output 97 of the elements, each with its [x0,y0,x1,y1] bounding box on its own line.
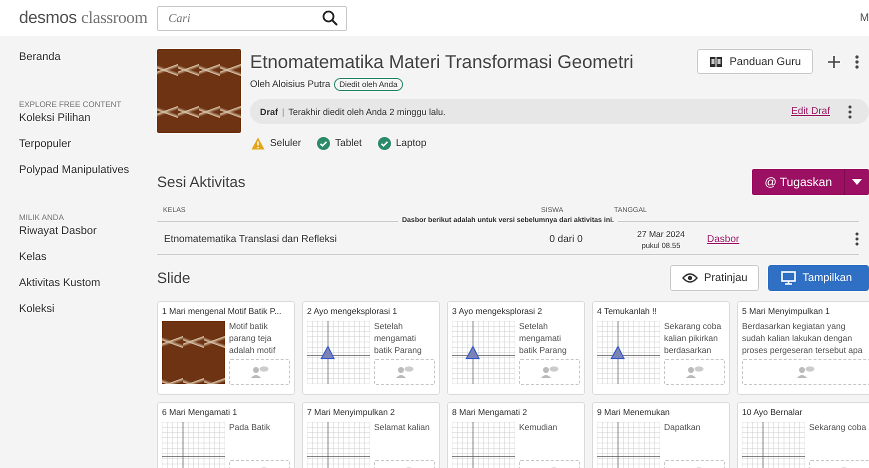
sidebar-item[interactable]: Beranda [19,51,157,77]
slide-text: Pada Batik [229,422,272,434]
people-icon [796,366,816,378]
search-field[interactable]: Cari [157,6,348,30]
device-label: Laptop [396,138,426,149]
slide-text: Berdasarkan kegiatan yang sudah kalian lakukan dengan proses pergeseran tersebut apa [742,321,864,357]
slide-number: 3 [452,306,457,316]
eye-icon [682,273,698,283]
dashboard-link[interactable]: Dasbor [707,234,740,244]
book-icon [709,56,724,68]
device-label: Tablet [335,138,362,149]
graph-thumbnail [452,321,515,384]
monitor-icon [781,271,796,285]
sidebar-item[interactable]: Koleksi [19,303,157,329]
slide-title: Mari Menyimpulkan 2 [314,407,395,417]
slide-title: Mari Mengamati 1 [169,407,238,417]
slide-card[interactable]: 5 Mari Menyimpulkan 1 Berdasarkan kegiatan yang sudah kalian lakukan dengan proses pergeseran tersebut apa [737,301,869,395]
slide-number: 5 [742,306,747,316]
people-icon [540,366,560,378]
slide-card[interactable]: 9 Mari Menemukan Dapatkan [592,402,730,468]
device-label: Seluler [270,138,302,149]
sidebar-item[interactable]: Polypad Manipulatives [19,164,157,190]
slide-card[interactable]: 10 Ayo Bernalar Sekarang coba [737,402,869,468]
slide-text: Sekarang coba [809,422,868,434]
more-icon[interactable] [848,104,852,118]
graph-thumbnail [742,422,805,468]
slide-text: Setelah mengamati batik Parang [374,321,423,357]
preview-button[interactable]: Pratinjau [670,265,760,291]
slide-title: Mari Menemukan [604,407,670,417]
sidebar-heading: MILIK ANDA [19,213,65,224]
graph-thumbnail [452,422,515,468]
class-name-cell-text: Etnomatematika Translasi dan Refleksi [163,234,338,244]
slide-text: Setelah mengamati batik Parang [519,321,568,357]
section-title: Sesi Aktivitas [157,174,246,190]
sidebar-item[interactable]: Aktivitas Kustom [19,277,157,303]
slide-card[interactable]: 6 Mari Mengamati 1 Pada Batik [157,402,295,468]
slide-number: 1 [162,306,167,316]
edited-badge: Diedit oleh Anda [334,78,403,91]
slide-number: 7 [307,407,312,417]
desmos-classroom-logo[interactable]: desmos classroom [19,8,148,28]
edit-draft-link[interactable]: Edit Draf [791,106,830,117]
present-button[interactable]: Tampilkan [768,265,869,291]
slide-text: Selamat kalian [374,422,431,434]
slide-number: 8 [452,407,457,417]
graph-thumbnail [307,422,370,468]
sidebar-item[interactable]: Terpopuler [19,138,157,164]
assign-label[interactable]: @ Tugaskan [752,169,845,195]
slide-title: Temukanlah !! [604,306,657,316]
more-icon[interactable] [855,54,859,68]
slide-card[interactable]: 8 Mari Mengamati 2 Kemudian [447,402,585,468]
section-title: Slide [157,270,190,286]
search-icon [322,10,338,26]
slide-title: Mari Menyimpulkan 1 [749,306,830,316]
slide-card[interactable]: 2 Ayo mengeksplorasi 1 Setelah mengamati batik Parang [302,301,440,395]
slide-card[interactable]: 3 Ayo mengeksplorasi 2 Setelah mengamati batik Parang [447,301,585,395]
people-icon [684,366,704,378]
graph-thumbnail [162,422,225,468]
author-text: Oleh Aloisius Putra [250,79,330,90]
slide-title: Ayo mengeksplorasi 1 [314,306,398,316]
assign-button[interactable]: @ Tugaskan [752,169,869,195]
slide-text: Kemudian [519,422,558,434]
separator-text: | [282,106,284,116]
sidebar-item[interactable]: Kelas [19,251,157,277]
slide-number: 4 [597,306,602,316]
slide-card[interactable]: 1 Mari mengenal Motif Batik P... Motif batik parang teja adalah motif [157,301,295,395]
slide-number: 9 [597,407,602,417]
students-cell-text: 0 dari 0 [548,234,584,244]
graph-thumbnail [597,422,660,468]
slide-text: Sekarang coba kalian pikirkan berdasarkan [664,321,722,357]
slide-title: Mari Mengamati 2 [459,407,528,417]
slide-card[interactable]: 7 Mari Menyimpulkan 2 Selamat kalian [302,402,440,468]
sidebar-item[interactable]: Koleksi Pilihan [19,112,157,138]
slide-number: 2 [307,306,312,316]
slide-number: 6 [162,407,167,417]
account-menu[interactable]: M [860,12,869,24]
people-icon [250,366,270,378]
slide-title: Mari mengenal Motif Batik P... [169,306,282,316]
slide-text: Dapatkan [664,422,702,434]
graph-thumbnail [597,321,660,384]
slide-card[interactable]: 4 Temukanlah !! Sekarang coba kalian pikirkan berdasarkan [592,301,730,395]
more-icon[interactable] [855,232,859,246]
plus-icon[interactable] [827,54,841,68]
activity-title: Etnomatematika Materi Transformasi Geometri [250,50,634,72]
slide-number: 10 [742,407,752,417]
caret-icon[interactable] [852,179,862,185]
slide-text: Motif batik parang teja adalah motif [229,321,276,357]
teacher-guide-button[interactable]: Panduan Guru [697,49,813,74]
sidebar-item[interactable]: Riwayat Dasbor [19,225,157,251]
batik-thumbnail [162,321,225,384]
slide-title: Ayo mengeksplorasi 2 [458,306,542,316]
graph-thumbnail [307,321,370,384]
draft-label: Draf [260,106,278,116]
people-icon [394,366,414,378]
date-text: 27 Mar 2024 [637,228,685,238]
slide-title: Ayo Bernalar [753,407,802,417]
sidebar-heading: EXPLORE FREE CONTENT [19,100,122,111]
draft-status-text: Terakhir diedit oleh Anda 2 minggu lalu. [288,106,446,116]
